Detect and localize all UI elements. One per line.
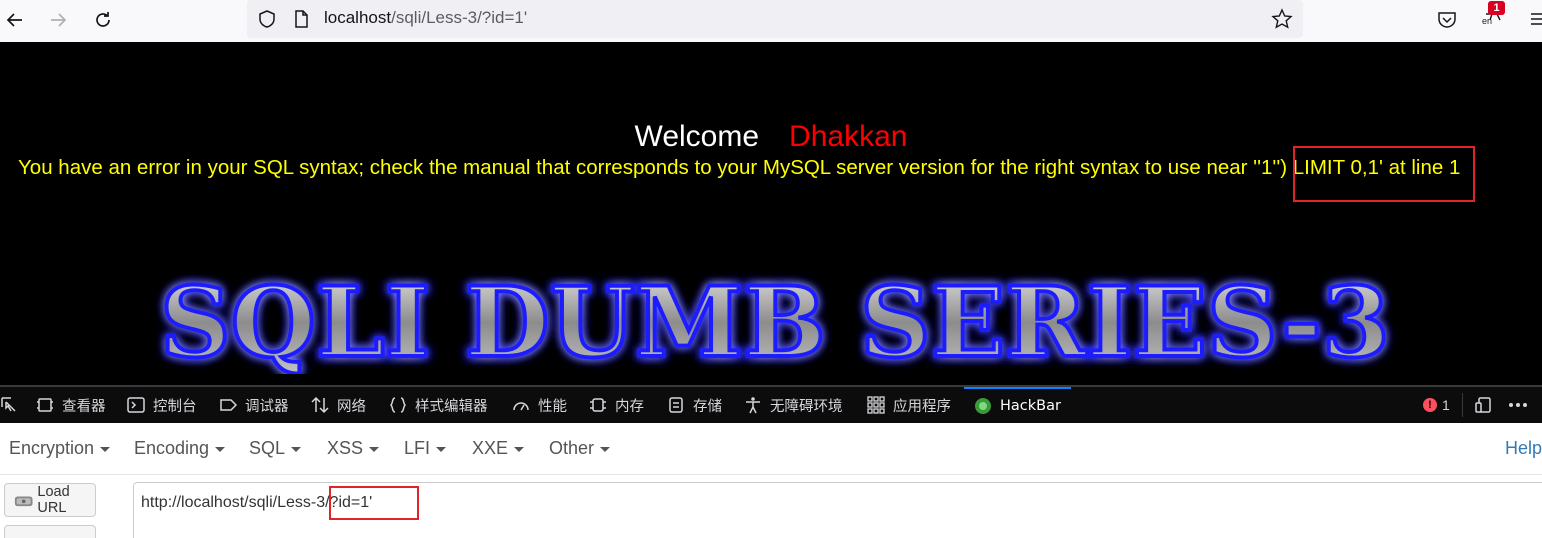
tab-performance-label: 性能 [538, 398, 567, 415]
tab-network[interactable]: 网络 [311, 387, 366, 423]
more-icon [1509, 403, 1527, 407]
devtools-toolbar: 查看器 控制台 调试器 网络 样式编辑器 性能 内存 存储 无障碍环境 应用程序… [0, 385, 1542, 423]
extension-badge: 1 [1488, 1, 1505, 15]
devtools-menu-button[interactable] [1508, 387, 1528, 423]
url-path: /sqli/Less-3/?id=1' [391, 8, 528, 27]
responsive-icon [1475, 397, 1491, 413]
browser-toolbar: localhost/sqli/Less-3/?id=1' 1 en [0, 0, 1542, 42]
sqli-dumb-series-logo: SQLI DUMB SERIES-3 [158, 264, 1392, 374]
menu-lfi[interactable]: LFI [404, 438, 447, 459]
arrow-right-icon [51, 13, 67, 27]
performance-icon [513, 402, 529, 411]
chevron-down-icon [436, 446, 447, 452]
console-icon [127, 397, 145, 413]
url-text[interactable]: localhost/sqli/Less-3/?id=1' [324, 8, 527, 28]
chevron-down-icon [600, 446, 611, 452]
tab-application[interactable]: 应用程序 [867, 387, 951, 423]
forward-button[interactable] [43, 6, 73, 34]
tab-hackbar[interactable]: HackBar [964, 387, 1071, 423]
menu-xss[interactable]: XSS [327, 438, 380, 459]
tab-network-label: 网络 [337, 398, 366, 415]
tab-memory-label: 内存 [615, 398, 644, 415]
load-url-button[interactable]: Load URL [4, 483, 96, 517]
tab-inspector-label: 查看器 [62, 398, 106, 415]
responsive-mode-button[interactable] [1475, 387, 1493, 423]
style-editor-icon [389, 397, 407, 413]
tab-style-editor-label: 样式编辑器 [415, 398, 488, 415]
tab-storage[interactable]: 存储 [667, 387, 722, 423]
menu-encryption[interactable]: Encryption [9, 438, 111, 459]
picker-icon [1, 397, 16, 412]
inspector-icon [37, 398, 53, 412]
help-link[interactable]: Help [1505, 438, 1542, 459]
element-picker-button[interactable] [0, 387, 26, 423]
application-icon [867, 396, 885, 414]
accessibility-icon [746, 397, 760, 414]
error-icon: ! [1423, 398, 1437, 412]
page-content: Welcome Dhakkan You have an error in your… [0, 42, 1542, 385]
chevron-down-icon [514, 446, 525, 452]
tab-accessibility-label: 无障碍环境 [770, 398, 843, 415]
highlight-box-url [329, 486, 419, 520]
chevron-down-icon [100, 446, 111, 452]
menu-encryption-label: Encryption [9, 438, 95, 458]
menu-xss-label: XSS [327, 438, 364, 458]
storage-icon [669, 397, 683, 413]
devtools-divider [1462, 393, 1463, 417]
error-count-indicator[interactable]: ! 1 [1423, 387, 1450, 423]
tab-style-editor[interactable]: 样式编辑器 [389, 387, 488, 423]
chevron-down-icon [369, 446, 380, 452]
tab-application-label: 应用程序 [893, 398, 951, 415]
network-icon [311, 396, 329, 414]
tab-accessibility[interactable]: 无障碍环境 [744, 387, 843, 423]
tab-debugger-label: 调试器 [245, 398, 289, 415]
page-icon[interactable] [291, 9, 311, 29]
chevron-down-icon [215, 446, 226, 452]
menu-icon[interactable] [1528, 8, 1542, 30]
extension-label: en [1482, 16, 1493, 26]
load-url-label: Load URL [37, 484, 70, 516]
hackbar-menu: Encryption Encoding SQL XSS LFI XXE Othe… [0, 423, 1542, 475]
address-bar[interactable]: localhost/sqli/Less-3/?id=1' [247, 0, 1303, 38]
hackbar-icon [975, 398, 991, 414]
sql-error-message: You have an error in your SQL syntax; ch… [18, 156, 1461, 179]
error-count: 1 [1442, 397, 1450, 413]
back-button[interactable] [0, 6, 30, 34]
pocket-icon[interactable] [1436, 8, 1458, 30]
menu-encoding-label: Encoding [134, 438, 210, 458]
tab-hackbar-label: HackBar [1000, 398, 1061, 414]
tab-performance[interactable]: 性能 [512, 387, 567, 423]
chevron-down-icon [291, 446, 302, 452]
tab-console-label: 控制台 [153, 398, 197, 415]
bookmark-star-icon[interactable] [1271, 8, 1293, 30]
menu-other[interactable]: Other [549, 438, 611, 459]
arrow-left-icon [6, 13, 22, 27]
shield-icon[interactable] [257, 9, 277, 29]
menu-sql-label: SQL [249, 438, 286, 458]
memory-icon [590, 398, 606, 412]
hackbar-body: Load URL http://localhost/sqli/Less-3/?i… [0, 475, 1542, 538]
menu-other-label: Other [549, 438, 595, 458]
url-host: localhost [324, 8, 392, 27]
menu-sql[interactable]: SQL [249, 438, 302, 459]
highlight-box-error [1293, 146, 1475, 202]
split-url-button[interactable] [4, 525, 96, 538]
menu-lfi-label: LFI [404, 438, 431, 458]
welcome-name: Dhakkan [789, 120, 908, 153]
menu-xxe[interactable]: XXE [472, 438, 525, 459]
tab-memory[interactable]: 内存 [589, 387, 644, 423]
welcome-label: Welcome [634, 120, 760, 153]
tab-storage-label: 存储 [693, 398, 722, 415]
reload-icon [96, 12, 110, 27]
load-icon [14, 496, 33, 507]
tab-debugger[interactable]: 调试器 [219, 387, 289, 423]
tab-console[interactable]: 控制台 [127, 387, 197, 423]
menu-encoding[interactable]: Encoding [134, 438, 226, 459]
reload-button[interactable] [88, 6, 118, 34]
tab-inspector[interactable]: 查看器 [36, 387, 106, 423]
menu-xxe-label: XXE [472, 438, 509, 458]
debugger-icon [220, 399, 237, 411]
logo-text: SQLI DUMB SERIES-3 [160, 266, 1390, 374]
